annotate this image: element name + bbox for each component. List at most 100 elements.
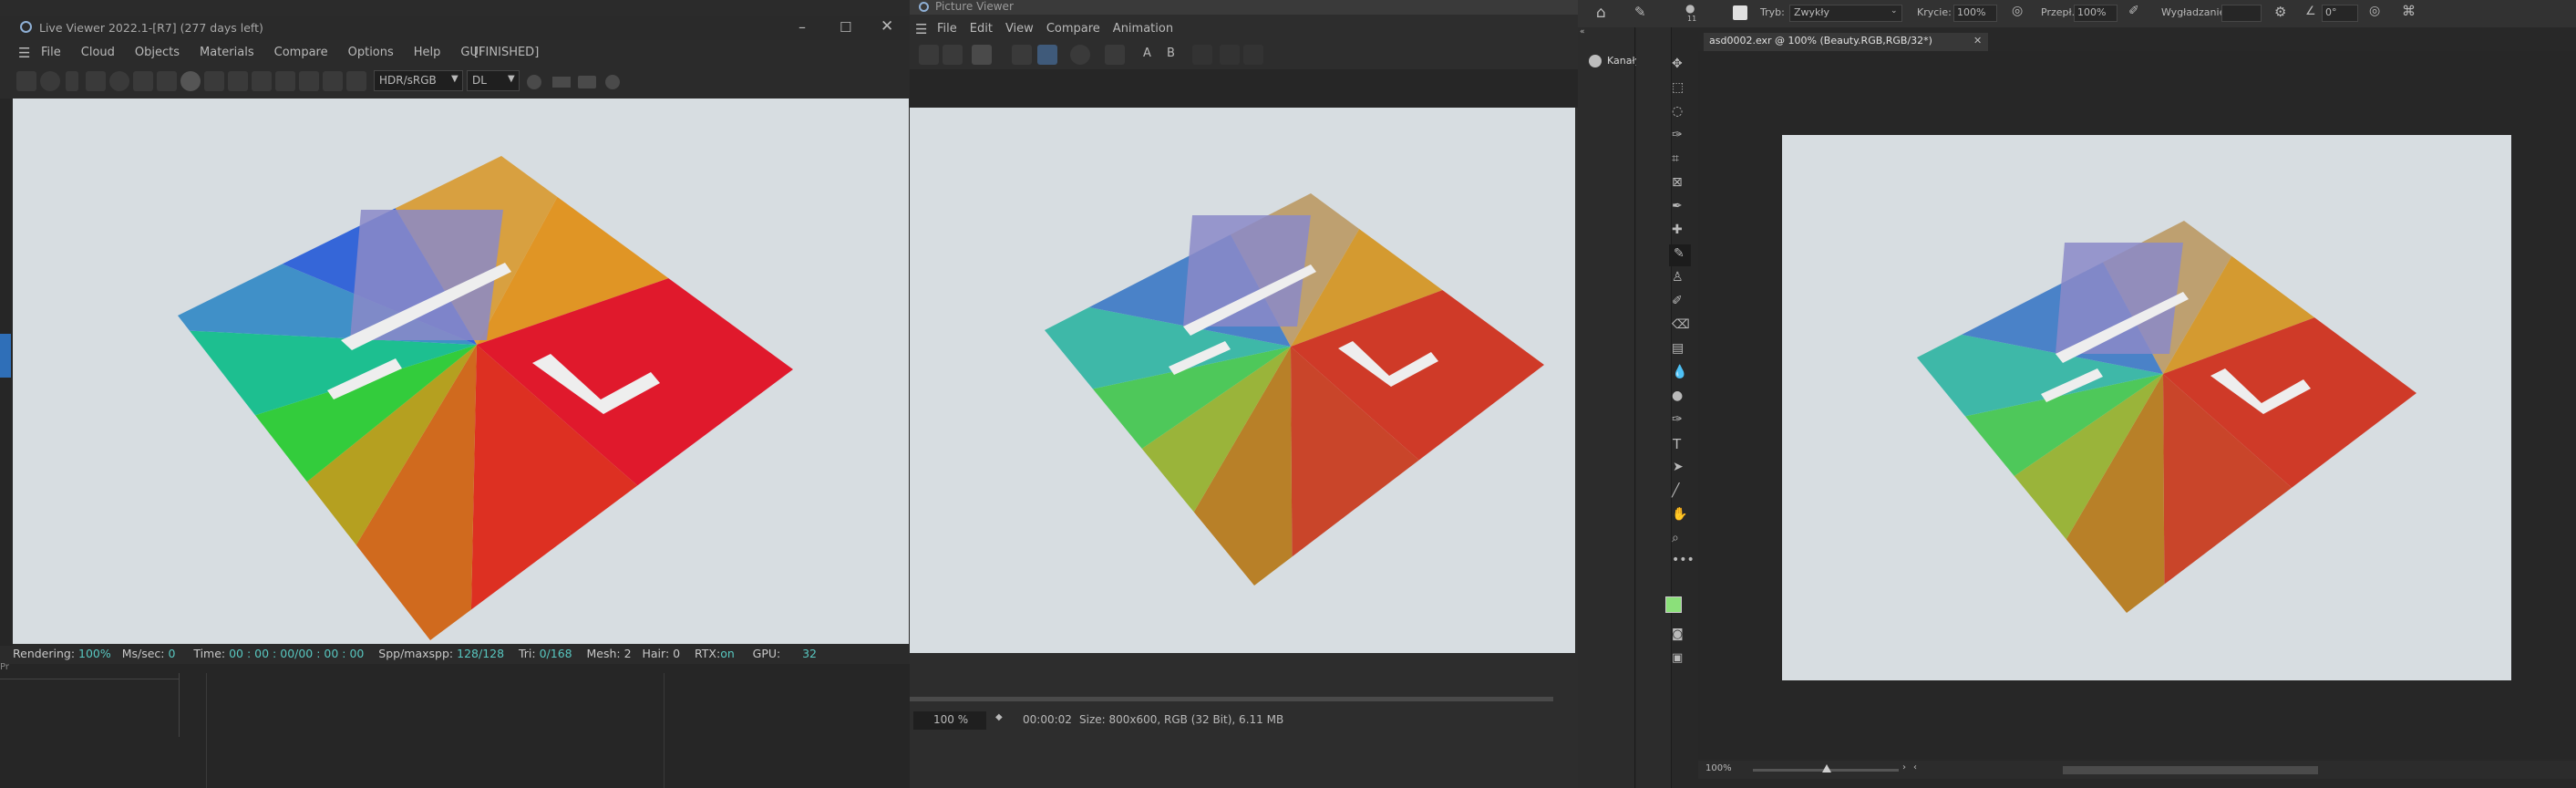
- chevron-left-icon[interactable]: ‹: [1913, 762, 1917, 772]
- menu-objects[interactable]: Objects: [135, 46, 180, 59]
- quick-select-tool-icon[interactable]: ✑: [1672, 128, 1683, 142]
- flow-field[interactable]: 100%: [2074, 5, 2117, 22]
- swap-icon[interactable]: [1192, 45, 1212, 65]
- history-brush-tool-icon[interactable]: ✐: [1672, 294, 1683, 308]
- more-tools-icon[interactable]: •••: [1672, 553, 1695, 567]
- healing-tool-icon[interactable]: ✚: [1672, 223, 1683, 237]
- gear-icon[interactable]: ⚙: [2274, 4, 2286, 20]
- copy-icon[interactable]: [1220, 45, 1240, 65]
- render-mode-select[interactable]: DL ▼: [467, 70, 520, 91]
- brush-settings-icon[interactable]: [1733, 5, 1747, 20]
- type-tool-icon[interactable]: T: [1673, 436, 1681, 452]
- pv-menu-view[interactable]: View: [1005, 22, 1034, 36]
- pv-image-canvas[interactable]: [910, 108, 1575, 653]
- foreground-color-swatch[interactable]: [1665, 596, 1682, 613]
- pressure-size-icon[interactable]: ◎: [2369, 4, 2380, 18]
- region-alt-icon[interactable]: [228, 71, 248, 91]
- ps-image-canvas[interactable]: [1782, 135, 2511, 680]
- stop-icon[interactable]: [86, 71, 106, 91]
- frame-tool-icon[interactable]: ⊠: [1672, 175, 1683, 190]
- pause-icon[interactable]: [66, 71, 78, 91]
- region-active-icon[interactable]: [1037, 45, 1057, 65]
- pv-scrollbar[interactable]: [910, 697, 1553, 701]
- zoom-stepper-icon[interactable]: ◆: [995, 712, 1003, 722]
- pv-menu-edit[interactable]: Edit: [970, 22, 993, 36]
- pin-icon[interactable]: [275, 71, 295, 91]
- compare-b-button[interactable]: B: [1167, 47, 1175, 60]
- panel-collapse-icon[interactable]: «: [1580, 27, 1585, 36]
- close-button[interactable]: ✕: [881, 17, 893, 36]
- stop-icon[interactable]: [972, 45, 992, 65]
- pv-menu-animation[interactable]: Animation: [1113, 22, 1173, 36]
- screen-mode-icon[interactable]: ▣: [1672, 651, 1683, 665]
- menu-file[interactable]: File: [41, 46, 61, 59]
- horizontal-scrollbar[interactable]: [2063, 766, 2318, 774]
- pen-tool-icon[interactable]: ✑: [1672, 412, 1683, 427]
- zoom-slider[interactable]: [1753, 764, 1899, 772]
- dot-icon[interactable]: [605, 75, 620, 89]
- marquee-tool-icon[interactable]: ⬚: [1672, 80, 1684, 95]
- ps-zoom-status[interactable]: 100%: [1705, 763, 1732, 773]
- contrast-icon[interactable]: [1070, 45, 1090, 65]
- pv-zoom-field[interactable]: 100 %: [913, 711, 986, 730]
- close-tab-icon[interactable]: ✕: [1973, 35, 1982, 47]
- maximize-button[interactable]: ☐: [840, 19, 851, 36]
- send-render-icon[interactable]: [16, 71, 36, 91]
- quick-mask-icon[interactable]: ◙: [1672, 627, 1684, 641]
- zoom-tool-icon[interactable]: ⌕: [1672, 531, 1679, 545]
- pick-icon[interactable]: [252, 71, 272, 91]
- refresh-icon[interactable]: [40, 71, 60, 91]
- camera-icon[interactable]: [578, 76, 596, 88]
- pv-menu-file[interactable]: File: [937, 22, 957, 36]
- crop-tool-icon[interactable]: ⌗: [1672, 151, 1679, 166]
- pv-menu-compare[interactable]: Compare: [1046, 22, 1100, 36]
- zoom-slider-thumb[interactable]: [1822, 764, 1831, 772]
- home-icon[interactable]: ⌂: [1596, 4, 1606, 22]
- hamburger-icon[interactable]: ☰: [915, 18, 927, 40]
- blend-mode-select[interactable]: Zwykły ⌄: [1789, 5, 1902, 22]
- angle-field[interactable]: 0°: [2322, 5, 2358, 22]
- menu-cloud[interactable]: Cloud: [81, 46, 115, 59]
- region-icon[interactable]: [204, 71, 224, 91]
- menu-help[interactable]: Help: [414, 46, 441, 59]
- sphere-icon[interactable]: [180, 71, 201, 91]
- gear-icon[interactable]: [109, 71, 129, 91]
- gradient-tool-icon[interactable]: ▤: [1672, 341, 1684, 356]
- focus-icon[interactable]: [133, 71, 153, 91]
- brush-preset-icon[interactable]: ●: [1685, 2, 1695, 15]
- lock-icon[interactable]: [157, 71, 177, 91]
- eyedropper-tool-icon[interactable]: ✒: [1672, 199, 1683, 213]
- probe-icon[interactable]: [346, 71, 366, 91]
- opacity-field[interactable]: 100%: [1953, 5, 1997, 22]
- symmetry-icon[interactable]: ⌘: [2402, 3, 2416, 19]
- blur-tool-icon[interactable]: 💧: [1672, 365, 1687, 379]
- smoothing-field[interactable]: [2221, 5, 2262, 22]
- move-tool-icon[interactable]: ✥: [1672, 57, 1683, 71]
- color-mode-select[interactable]: HDR/sRGB ▼: [374, 70, 463, 91]
- pin-alt-icon[interactable]: [299, 71, 319, 91]
- path-select-tool-icon[interactable]: ➤: [1673, 460, 1684, 474]
- minimize-button[interactable]: –: [799, 18, 806, 36]
- hamburger-icon[interactable]: ☰: [18, 42, 30, 64]
- split-icon[interactable]: [1105, 45, 1125, 65]
- eraser-tool-icon[interactable]: ⌫: [1672, 317, 1690, 332]
- lasso-tool-icon[interactable]: ◌: [1672, 104, 1683, 119]
- menu-materials[interactable]: Materials: [200, 46, 254, 59]
- brush-tool-icon[interactable]: ✎: [1674, 246, 1685, 261]
- ps-document-tab[interactable]: asd0002.exr @ 100% (Beauty.RGB,RGB/32*) …: [1704, 33, 1988, 51]
- region-icon[interactable]: [1012, 45, 1032, 65]
- dodge-tool-icon[interactable]: ●: [1672, 389, 1683, 403]
- stamp-tool-icon[interactable]: ♙: [1672, 270, 1684, 285]
- material-ball-icon[interactable]: [527, 75, 541, 89]
- brush-tool-icon[interactable]: ✎: [1634, 4, 1646, 20]
- hand-tool-icon[interactable]: ✋: [1672, 507, 1687, 522]
- compare-a-button[interactable]: A: [1143, 47, 1151, 60]
- live-render-canvas[interactable]: [13, 98, 909, 644]
- menu-options[interactable]: Options: [348, 46, 394, 59]
- background-icon[interactable]: [552, 77, 571, 88]
- pin-third-icon[interactable]: [323, 71, 343, 91]
- pressure-opacity-icon[interactable]: ◎: [2012, 4, 2023, 18]
- airbrush-icon[interactable]: ✐: [2128, 4, 2139, 18]
- folder-open-icon[interactable]: [919, 45, 939, 65]
- chevron-right-icon[interactable]: ›: [1902, 762, 1906, 772]
